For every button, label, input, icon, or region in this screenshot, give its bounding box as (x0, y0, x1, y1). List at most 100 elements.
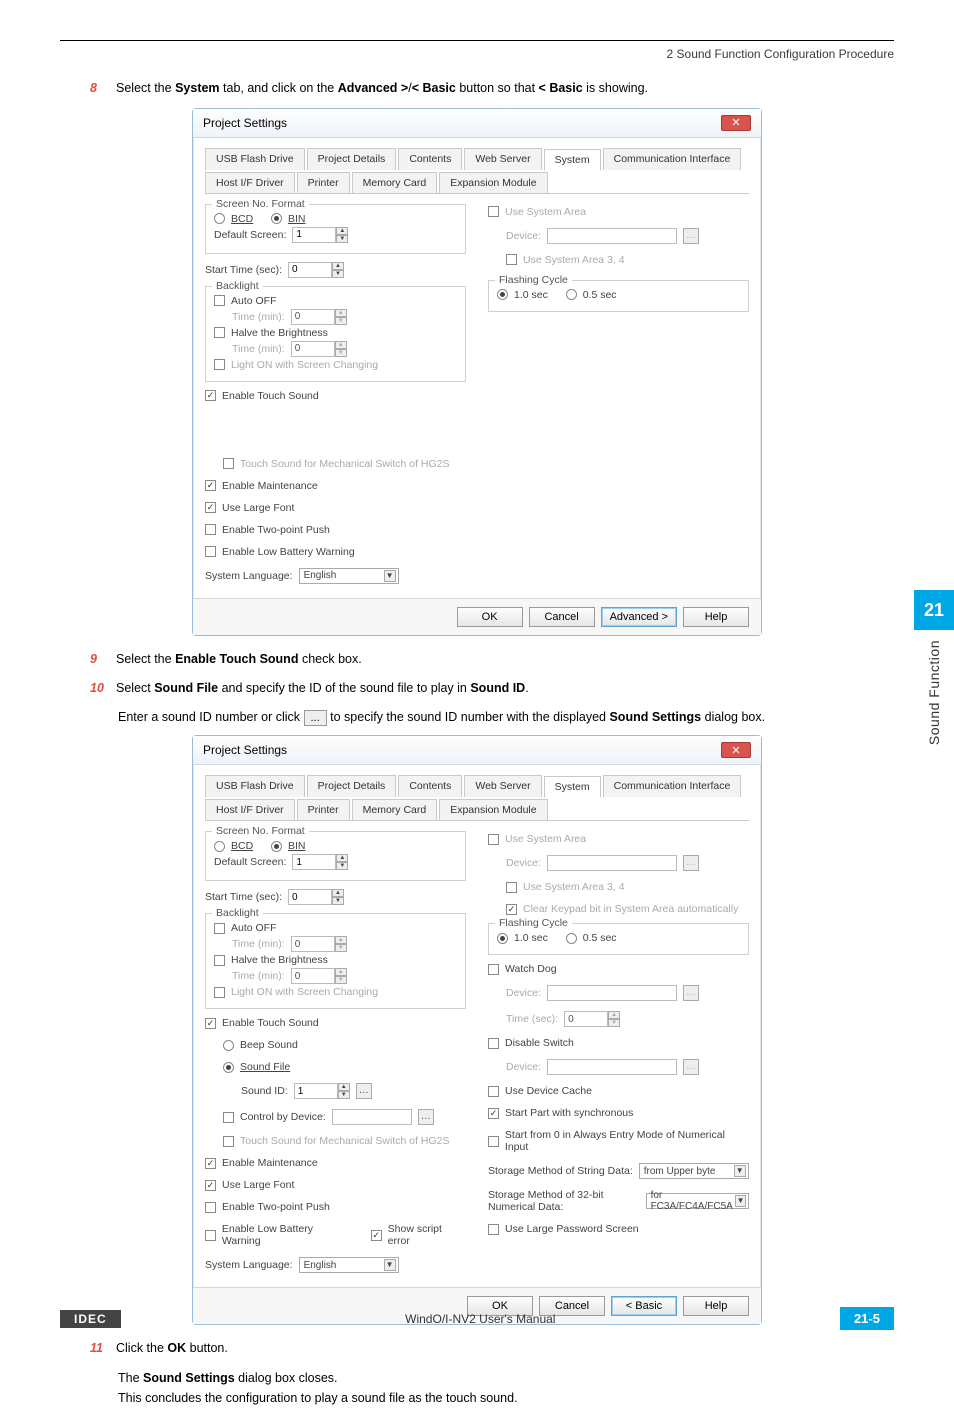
close-icon[interactable]: ✕ (721, 115, 751, 131)
sys-lang-combo[interactable]: English▼ (299, 568, 399, 584)
tab-usb[interactable]: USB Flash Drive (205, 148, 305, 170)
chk-large-pwd[interactable] (488, 1224, 499, 1235)
chk-enable-maint[interactable] (205, 480, 216, 491)
tab-project-details[interactable]: Project Details (307, 148, 397, 170)
chk-enable-touch[interactable] (205, 1018, 216, 1029)
chk-show-script[interactable] (371, 1230, 382, 1241)
grp-backlight: Backlight (212, 907, 263, 919)
chk-halve[interactable] (214, 327, 225, 338)
tab-host[interactable]: Host I/F Driver (205, 799, 295, 820)
radio-05sec[interactable] (566, 289, 577, 300)
tab-memory[interactable]: Memory Card (352, 799, 438, 820)
dialog-title: Project Settings (203, 743, 287, 757)
chk-low-batt[interactable] (205, 1230, 216, 1241)
chk-dev-cache[interactable] (488, 1086, 499, 1097)
browse-icon: … (683, 228, 699, 244)
chk-enable-touch[interactable] (205, 390, 216, 401)
spin-down-icon[interactable]: ▼ (336, 235, 348, 243)
step-11-line1: The Sound Settings dialog box closes. (118, 1368, 894, 1388)
radio-sound-file[interactable] (223, 1062, 234, 1073)
ctrl-dev-input[interactable] (332, 1109, 412, 1125)
grp-screen-no: Screen No. Format (212, 825, 309, 837)
tab-expansion[interactable]: Expansion Module (439, 172, 547, 193)
spin-up-icon[interactable]: ▲ (336, 227, 348, 235)
dialog-tabs: USB Flash Drive Project Details Contents… (205, 773, 749, 821)
grp-screen-no: Screen No. Format (212, 198, 309, 210)
chk-auto-off[interactable] (214, 295, 225, 306)
radio-bcd[interactable] (214, 213, 225, 224)
breadcrumb: 2 Sound Function Configuration Procedure (60, 47, 894, 61)
ok-button[interactable]: OK (457, 607, 523, 627)
tab-contents[interactable]: Contents (398, 148, 462, 170)
tab-usb[interactable]: USB Flash Drive (205, 775, 305, 797)
dialog-tabs: USB Flash Drive Project Details Contents… (205, 146, 749, 194)
chk-disable-switch[interactable] (488, 1038, 499, 1049)
browse-icon[interactable]: … (418, 1109, 434, 1125)
tab-system[interactable]: System (544, 149, 601, 171)
chk-low-batt[interactable] (205, 546, 216, 557)
start-time-input[interactable] (288, 262, 332, 278)
chapter-label: Sound Function (926, 640, 942, 745)
browse-icon: ... (304, 710, 327, 726)
chk-use-large[interactable] (205, 502, 216, 513)
spin-up-icon[interactable]: ▲ (332, 262, 344, 270)
tab-web-server[interactable]: Web Server (464, 775, 541, 797)
close-icon[interactable]: ✕ (721, 742, 751, 758)
chk-use-large[interactable] (205, 1180, 216, 1191)
step-10: 10 Select Sound File and specify the ID … (90, 679, 894, 698)
radio-bcd[interactable] (214, 841, 225, 852)
device-input (547, 228, 677, 244)
storage-string-combo[interactable]: from Upper byte▼ (639, 1163, 749, 1179)
step-11: 11 Click the OK button. (90, 1339, 894, 1358)
step-num: 11 (90, 1339, 108, 1358)
radio-bin[interactable] (271, 841, 282, 852)
tab-host[interactable]: Host I/F Driver (205, 172, 295, 193)
step-9: 9 Select the Enable Touch Sound check bo… (90, 650, 894, 669)
storage-32-combo[interactable]: for FC3A/FC4A/FC5A▼ (646, 1193, 749, 1209)
sound-id-input[interactable] (294, 1083, 338, 1099)
sys-lang-combo[interactable]: English▼ (299, 1257, 399, 1273)
project-settings-dialog-1: Project Settings ✕ USB Flash Drive Proje… (192, 108, 762, 636)
radio-1sec[interactable] (497, 933, 508, 944)
chk-start-0[interactable] (488, 1136, 499, 1147)
tab-expansion[interactable]: Expansion Module (439, 799, 547, 820)
radio-05sec[interactable] (566, 933, 577, 944)
footer-center: WindO/I-NV2 User's Manual (405, 1312, 555, 1326)
tab-printer[interactable]: Printer (297, 799, 350, 820)
default-screen-input[interactable] (292, 227, 336, 243)
chk-use-sys-area (488, 206, 499, 217)
cancel-button[interactable]: Cancel (529, 607, 595, 627)
radio-beep[interactable] (223, 1040, 234, 1051)
chevron-down-icon: ▼ (734, 1165, 746, 1177)
chk-halve[interactable] (214, 955, 225, 966)
chk-enable-maint[interactable] (205, 1158, 216, 1169)
chevron-down-icon: ▼ (735, 1195, 746, 1207)
chk-two-point[interactable] (205, 1202, 216, 1213)
chk-start-sync[interactable] (488, 1108, 499, 1119)
browse-icon[interactable]: … (356, 1083, 372, 1099)
start-time-input[interactable] (288, 889, 332, 905)
help-button[interactable]: Help (683, 607, 749, 627)
step-11-line2: This concludes the configuration to play… (118, 1388, 894, 1408)
tab-memory[interactable]: Memory Card (352, 172, 438, 193)
radio-1sec[interactable] (497, 289, 508, 300)
advanced-button[interactable]: Advanced > (601, 607, 677, 627)
spin-down-icon[interactable]: ▼ (332, 270, 344, 278)
radio-bin[interactable] (271, 213, 282, 224)
tab-web-server[interactable]: Web Server (464, 148, 541, 170)
chk-watch-dog[interactable] (488, 964, 499, 975)
step-num: 9 (90, 650, 108, 669)
tab-project-details[interactable]: Project Details (307, 775, 397, 797)
tab-contents[interactable]: Contents (398, 775, 462, 797)
chk-two-point[interactable] (205, 524, 216, 535)
tab-printer[interactable]: Printer (297, 172, 350, 193)
chk-ctrl-dev[interactable] (223, 1112, 234, 1123)
default-screen-input[interactable] (292, 854, 336, 870)
chk-auto-off[interactable] (214, 923, 225, 934)
step-num: 8 (90, 79, 108, 98)
time-min-input (291, 309, 335, 325)
tab-comm[interactable]: Communication Interface (603, 775, 742, 797)
tab-comm[interactable]: Communication Interface (603, 148, 742, 170)
grp-flashing: Flashing Cycle (495, 917, 572, 929)
tab-system[interactable]: System (544, 776, 601, 798)
